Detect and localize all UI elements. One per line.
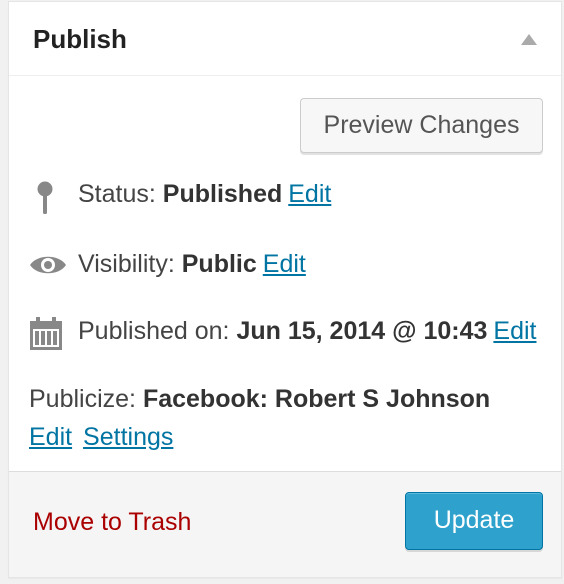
visibility-label: Visibility: bbox=[78, 250, 175, 278]
published-on-label: Published on: bbox=[78, 317, 230, 345]
published-on-edit-link[interactable]: Edit bbox=[493, 317, 536, 345]
status-text: Status: Published Edit bbox=[78, 180, 331, 209]
status-value: Published bbox=[162, 180, 283, 208]
publicize-links: Edit Settings bbox=[29, 423, 173, 452]
publicize-value: Facebook: Robert S Johnson bbox=[142, 385, 491, 413]
visibility-edit-link[interactable]: Edit bbox=[263, 250, 306, 278]
published-on-text: Published on: Jun 15, 2014 @ 10:43 Edit bbox=[78, 317, 536, 346]
status-edit-link[interactable]: Edit bbox=[288, 180, 331, 208]
visibility-value: Public bbox=[181, 250, 257, 278]
publish-box: Publish Preview Changes Status: Publishe… bbox=[8, 1, 562, 578]
move-to-trash-link[interactable]: Move to Trash bbox=[33, 508, 191, 537]
preview-changes-button[interactable]: Preview Changes bbox=[300, 98, 543, 153]
publish-box-footer: Move to Trash Update bbox=[9, 471, 561, 577]
publish-box-header[interactable]: Publish bbox=[9, 2, 561, 76]
publicize-label: Publicize: bbox=[29, 385, 136, 413]
collapse-toggle-icon[interactable] bbox=[521, 34, 537, 45]
calendar-icon bbox=[29, 317, 63, 358]
publicize-settings-link[interactable]: Settings bbox=[83, 423, 173, 451]
status-label: Status: bbox=[78, 180, 156, 208]
update-button[interactable]: Update bbox=[405, 492, 543, 550]
publicize-edit-link[interactable]: Edit bbox=[29, 423, 72, 451]
published-on-value: Jun 15, 2014 @ 10:43 bbox=[236, 317, 488, 345]
map-pin-icon bbox=[29, 180, 63, 223]
eye-icon bbox=[29, 250, 67, 287]
visibility-text: Visibility: Public Edit bbox=[78, 250, 306, 279]
publish-box-title: Publish bbox=[33, 24, 127, 54]
publicize-row: Publicize: Facebook: Robert S Johnson bbox=[29, 385, 490, 414]
